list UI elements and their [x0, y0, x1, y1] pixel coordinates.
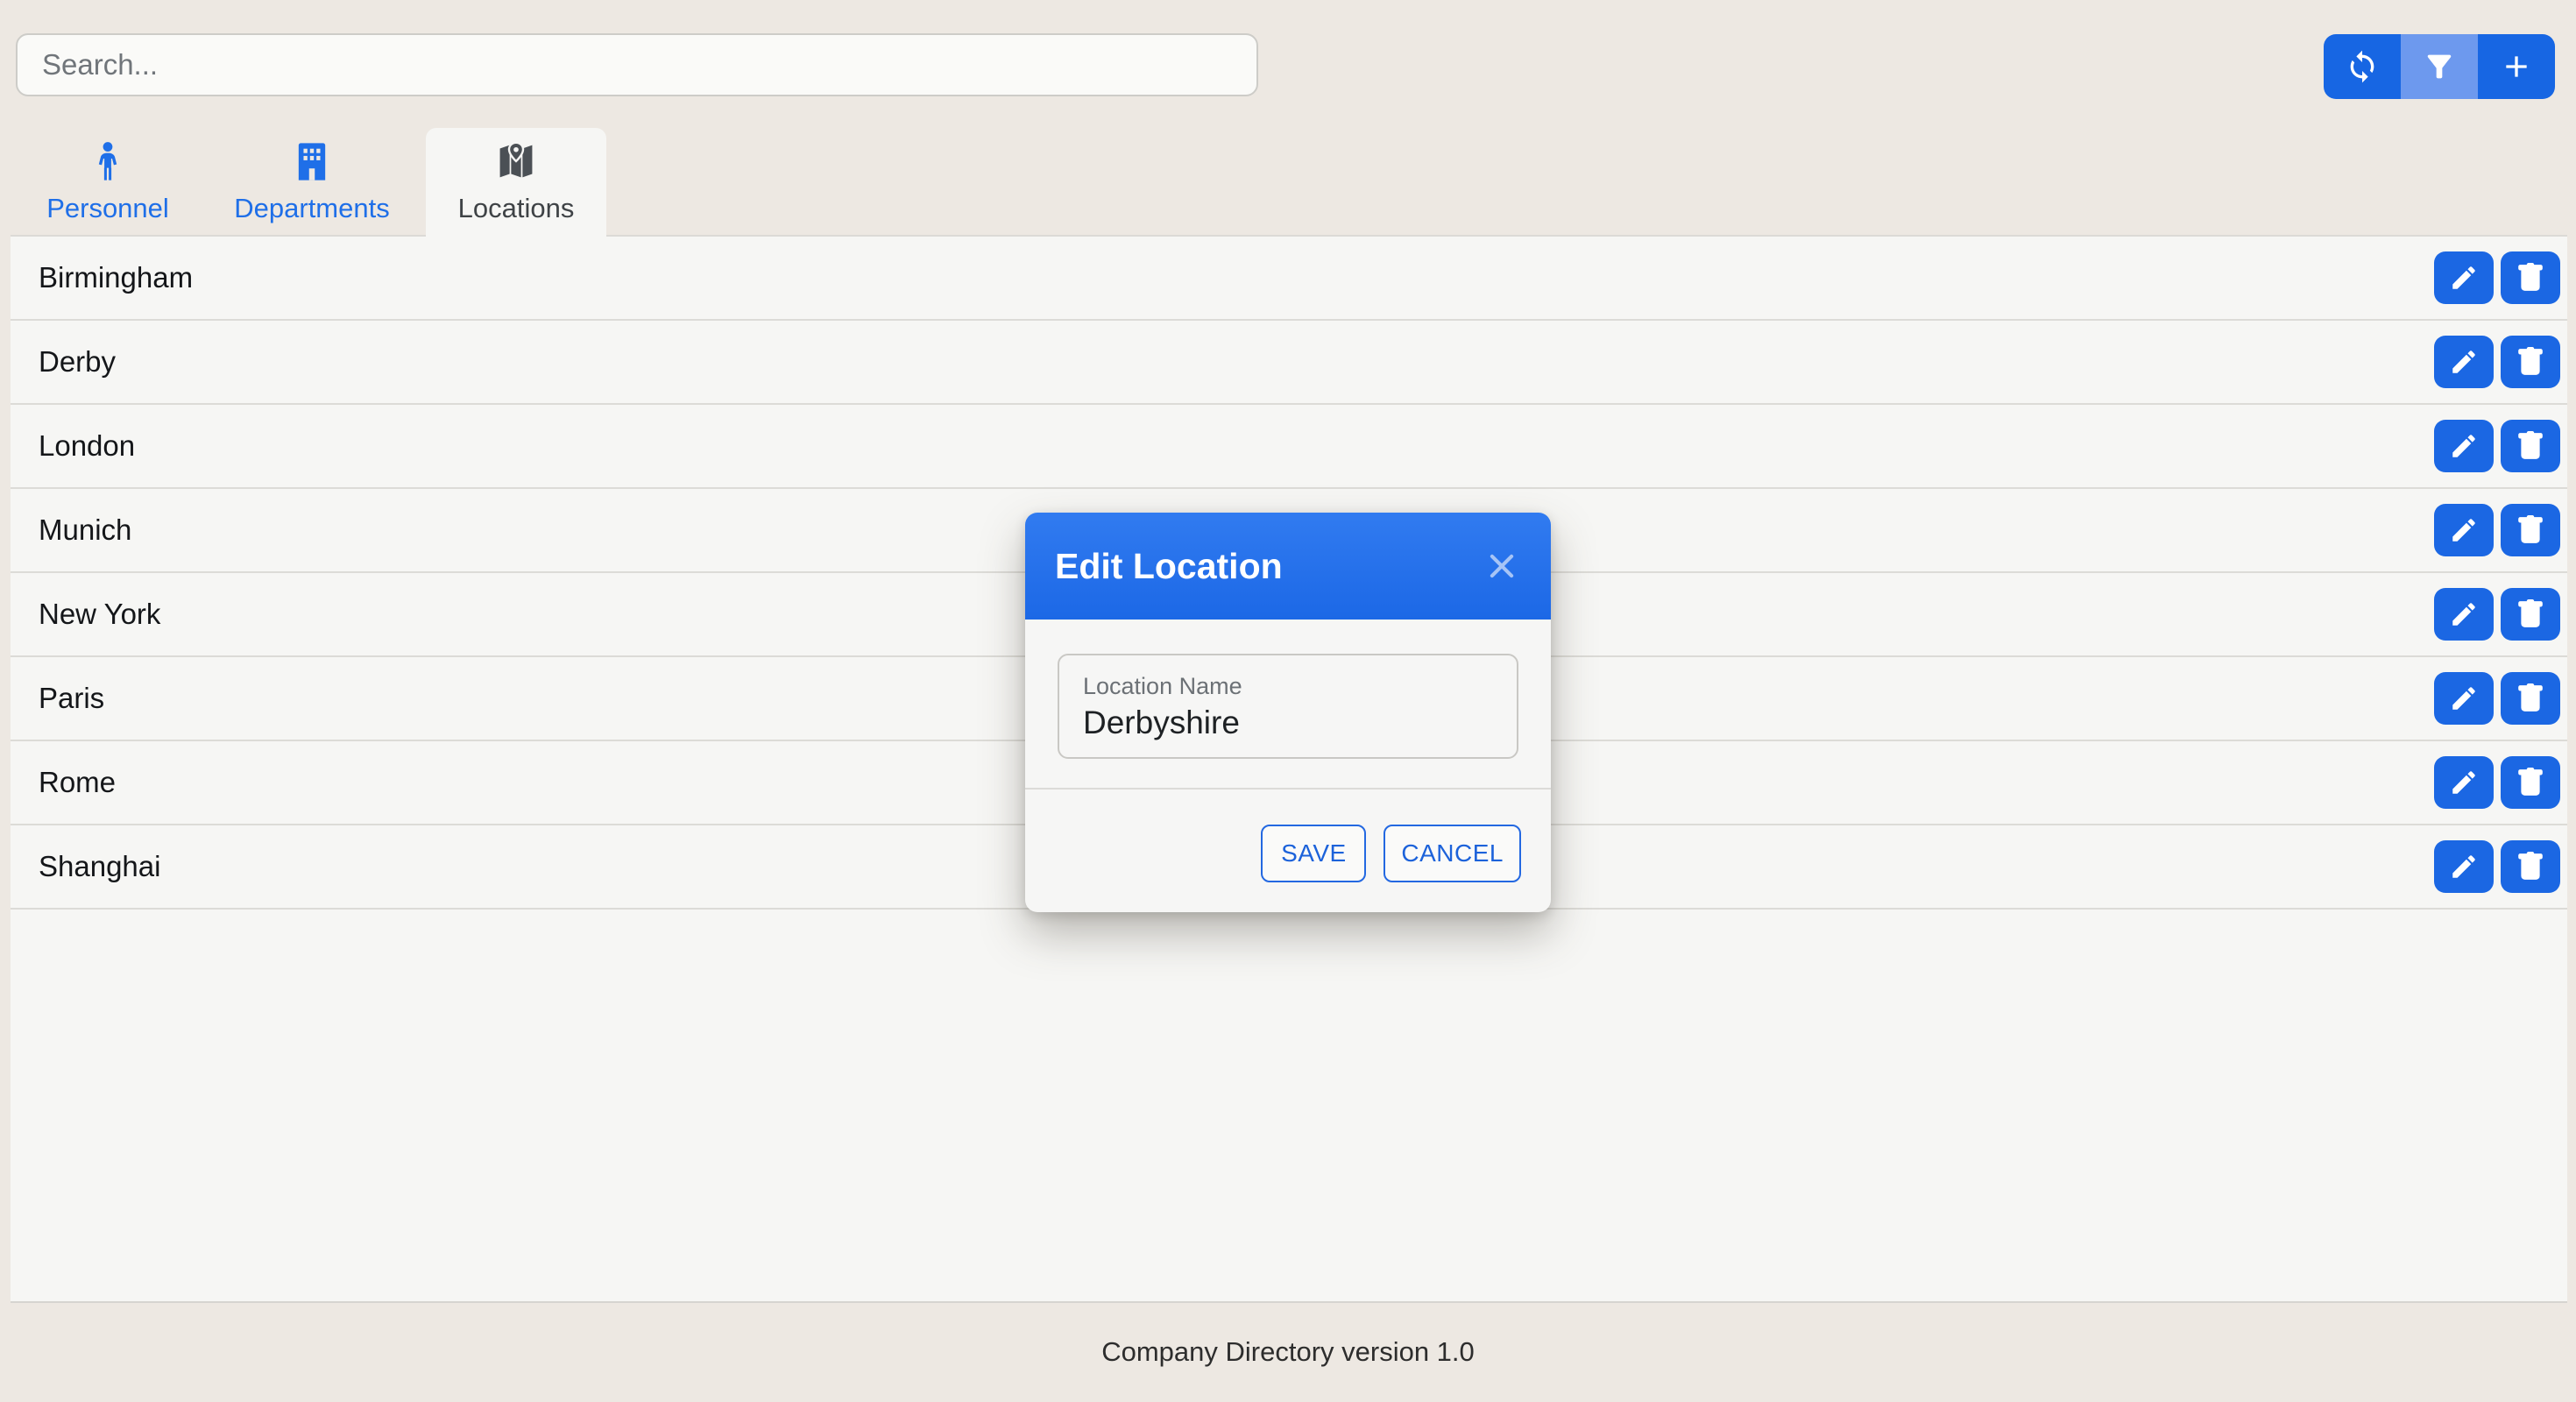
edit-button[interactable] [2434, 588, 2494, 641]
tab-personnel[interactable]: Personnel [18, 128, 198, 235]
location-name: London [39, 429, 135, 463]
location-row: Derby [11, 321, 2567, 405]
trash-icon [2516, 599, 2545, 629]
building-icon [289, 135, 335, 184]
location-name: Shanghai [39, 850, 160, 883]
location-name: Munich [39, 513, 131, 547]
modal-header: Edit Location [1025, 513, 1551, 620]
edit-button[interactable] [2434, 672, 2494, 725]
row-actions [2434, 336, 2560, 388]
row-actions [2434, 251, 2560, 304]
field-label: Location Name [1083, 673, 1242, 699]
row-actions [2434, 672, 2560, 725]
delete-button[interactable] [2501, 504, 2560, 556]
delete-button[interactable] [2501, 840, 2560, 893]
row-actions [2434, 588, 2560, 641]
tab-label: Departments [234, 193, 389, 224]
x-icon [1485, 549, 1518, 583]
location-name-input[interactable] [1083, 705, 1493, 741]
delete-button[interactable] [2501, 336, 2560, 388]
person-icon [85, 135, 131, 184]
location-row: Birmingham [11, 237, 2567, 321]
delete-button[interactable] [2501, 756, 2560, 809]
trash-icon [2516, 263, 2545, 293]
cancel-button[interactable]: CANCEL [1384, 825, 1521, 882]
pencil-icon [2449, 263, 2479, 293]
pencil-icon [2449, 599, 2479, 629]
row-actions [2434, 420, 2560, 472]
edit-button[interactable] [2434, 251, 2494, 304]
row-actions [2434, 756, 2560, 809]
add-button[interactable] [2478, 34, 2555, 99]
tab-label: Locations [458, 193, 575, 224]
edit-location-modal: Edit Location Location Name SAVE CANCEL [1025, 513, 1551, 912]
save-button[interactable]: SAVE [1261, 825, 1366, 882]
filter-button[interactable] [2401, 34, 2478, 99]
pencil-icon [2449, 347, 2479, 377]
tab-label: Personnel [46, 193, 169, 224]
location-name: Derby [39, 345, 116, 379]
trash-icon [2516, 768, 2545, 797]
delete-button[interactable] [2501, 588, 2560, 641]
pencil-icon [2449, 515, 2479, 545]
trash-icon [2516, 347, 2545, 377]
modal-footer: SAVE CANCEL [1025, 788, 1551, 912]
delete-button[interactable] [2501, 672, 2560, 725]
modal-body: Location Name [1025, 620, 1551, 788]
edit-button[interactable] [2434, 840, 2494, 893]
close-button[interactable] [1483, 547, 1521, 585]
edit-button[interactable] [2434, 420, 2494, 472]
delete-button[interactable] [2501, 251, 2560, 304]
trash-icon [2516, 683, 2545, 713]
delete-button[interactable] [2501, 420, 2560, 472]
edit-button[interactable] [2434, 756, 2494, 809]
row-actions [2434, 840, 2560, 893]
trash-icon [2516, 852, 2545, 882]
tab-departments[interactable]: Departments [222, 128, 402, 235]
edit-button[interactable] [2434, 504, 2494, 556]
funnel-icon [2422, 49, 2457, 84]
tab-bar: Personnel Departments [18, 128, 606, 247]
location-name: Paris [39, 682, 104, 715]
sync-icon [2345, 49, 2380, 84]
location-name-field: Location Name [1058, 654, 1518, 759]
modal-title: Edit Location [1055, 546, 1283, 587]
app-version-text: Company Directory version 1.0 [0, 1336, 2576, 1368]
pencil-icon [2449, 852, 2479, 882]
row-actions [2434, 504, 2560, 556]
location-row: London [11, 405, 2567, 489]
search-input[interactable] [16, 33, 1258, 96]
pencil-icon [2449, 431, 2479, 461]
pencil-icon [2449, 683, 2479, 713]
pencil-icon [2449, 768, 2479, 797]
map-icon [493, 135, 539, 184]
edit-button[interactable] [2434, 336, 2494, 388]
trash-icon [2516, 431, 2545, 461]
plus-icon [2499, 49, 2534, 84]
toolbar [2324, 34, 2555, 99]
location-name: Rome [39, 766, 116, 799]
location-name: Birmingham [39, 261, 193, 294]
refresh-button[interactable] [2324, 34, 2401, 99]
tab-locations[interactable]: Locations [426, 128, 606, 247]
location-name: New York [39, 598, 160, 631]
trash-icon [2516, 515, 2545, 545]
